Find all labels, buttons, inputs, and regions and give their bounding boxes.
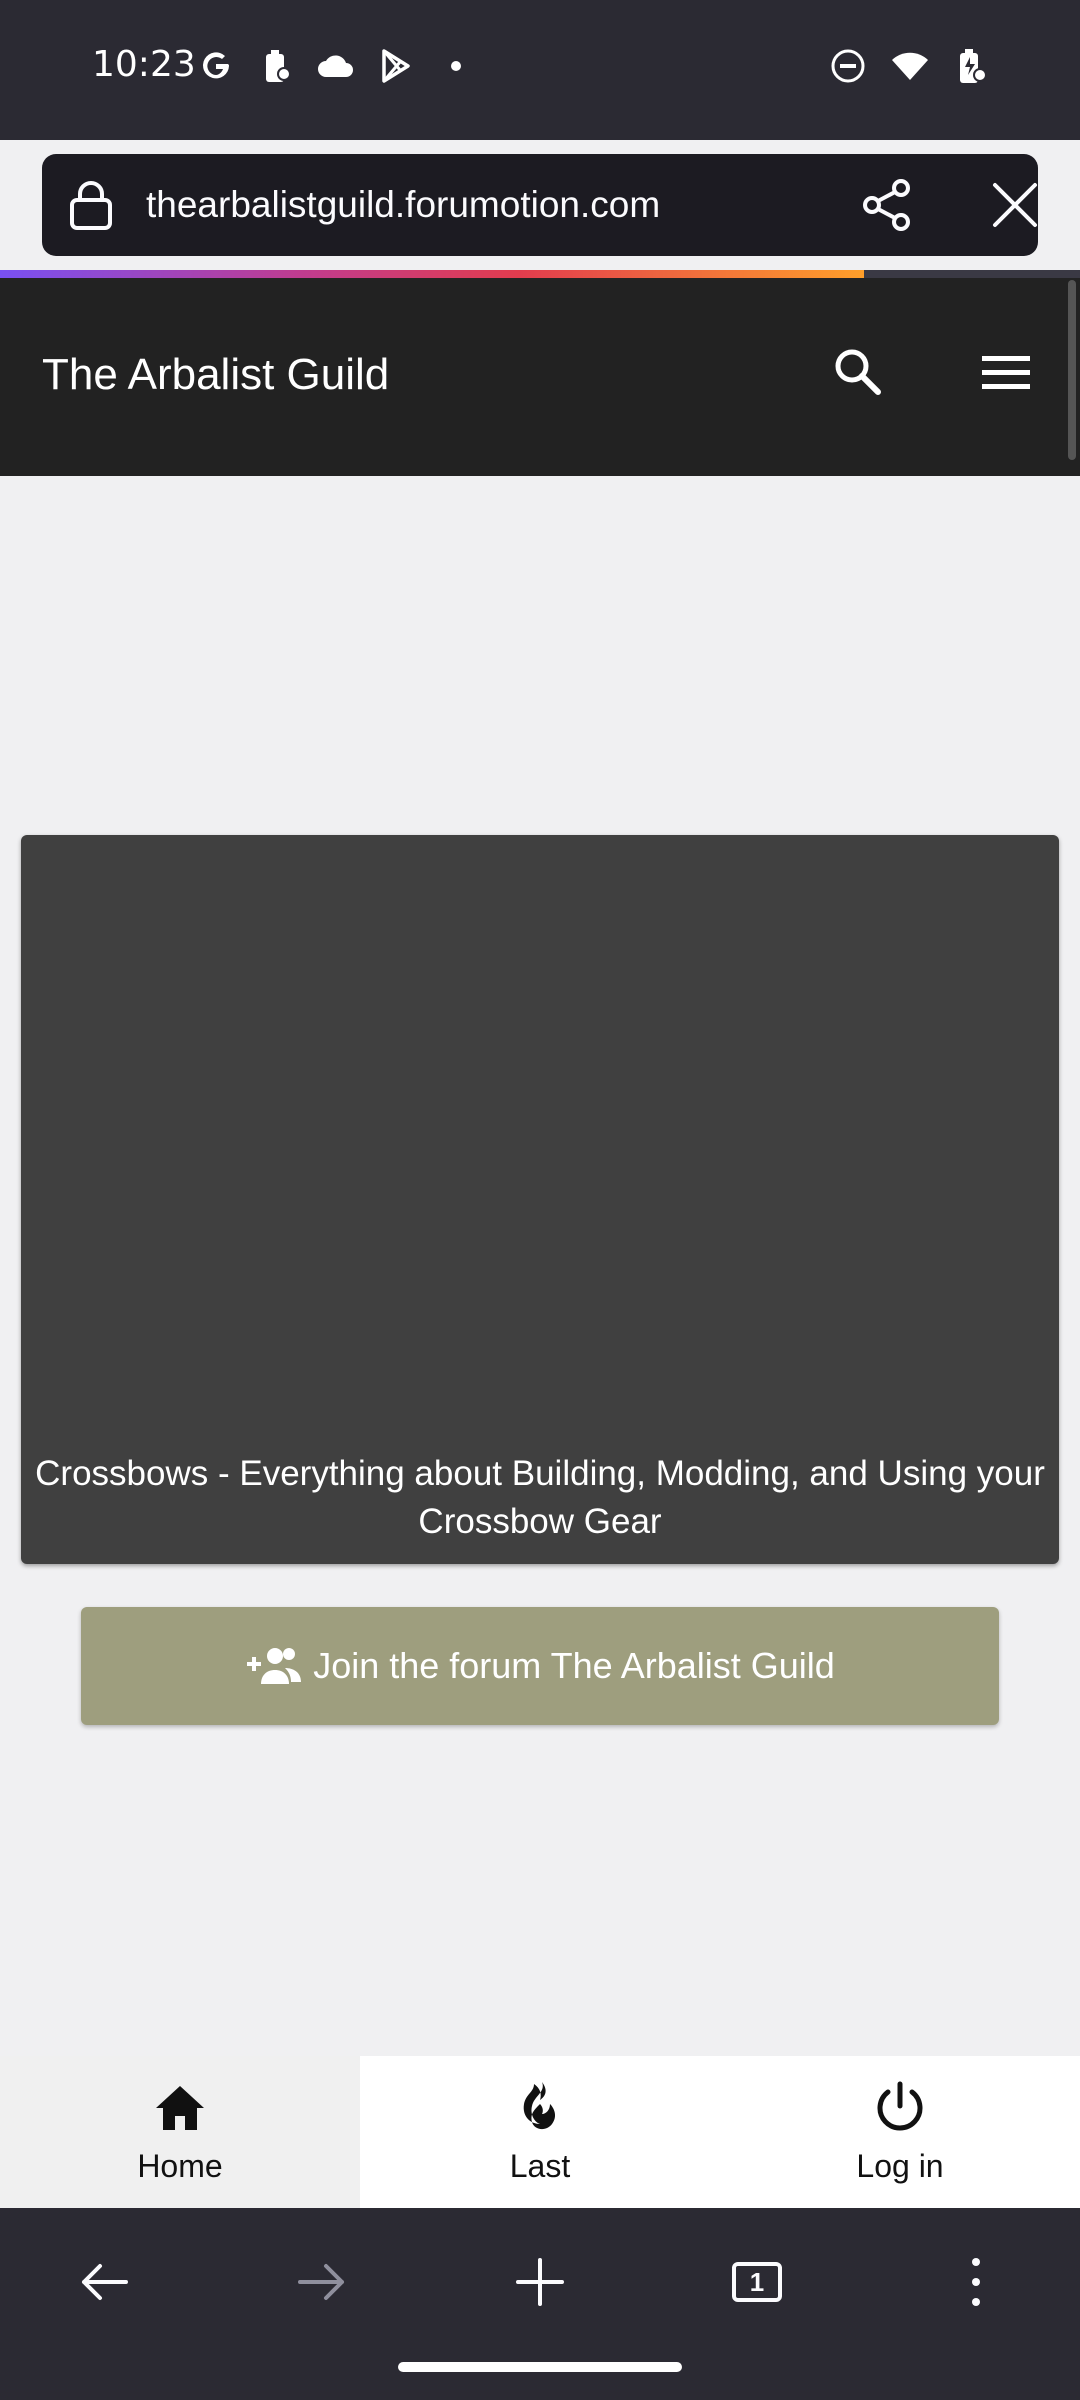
status-bar: 10:23 — [0, 0, 1080, 140]
page-load-progress — [0, 270, 1080, 278]
forum-banner: Crossbows - Everything about Building, M… — [21, 835, 1059, 1564]
share-icon[interactable] — [858, 176, 916, 234]
url-text[interactable]: thearbalistguild.forumotion.com — [146, 184, 660, 226]
wifi-icon — [890, 46, 930, 86]
close-icon[interactable] — [986, 176, 1044, 234]
flame-icon — [523, 2082, 556, 2130]
nav-label-home: Home — [137, 2148, 223, 2184]
nav-label-login: Log in — [856, 2148, 944, 2184]
join-forum-label: Join the forum The Arbalist Guild — [313, 1645, 835, 1686]
play-store-icon — [376, 46, 416, 86]
plus-icon — [516, 2258, 564, 2306]
back-button[interactable] — [72, 2250, 136, 2314]
search-icon[interactable] — [830, 344, 886, 400]
nav-label-last: Last — [509, 2148, 571, 2184]
tab-count: 1 — [732, 2262, 782, 2302]
banner-caption-line2: Crossbow Gear — [418, 1502, 662, 1541]
dot-icon — [436, 46, 476, 86]
status-time: 10:23 — [92, 44, 196, 85]
banner-caption: Crossbows - Everything about Building, M… — [21, 1450, 1059, 1546]
overflow-menu-button[interactable] — [944, 2250, 1008, 2314]
status-left-icons — [196, 46, 476, 86]
hamburger-menu-icon[interactable] — [978, 344, 1034, 400]
lock-icon[interactable] — [66, 178, 116, 232]
power-icon — [877, 2081, 923, 2131]
forward-arrow-icon — [298, 2264, 344, 2300]
progress-fill — [0, 270, 864, 278]
add-group-icon — [245, 1644, 303, 1688]
join-forum-button[interactable]: Join the forum The Arbalist Guild — [81, 1607, 999, 1725]
address-bar[interactable]: thearbalistguild.forumotion.com — [42, 154, 1038, 256]
gesture-home-indicator[interactable] — [398, 2362, 682, 2372]
do-not-disturb-icon — [828, 46, 868, 86]
scrollbar-thumb[interactable] — [1068, 280, 1076, 460]
banner-caption-line1: Crossbows - Everything about Building, M… — [35, 1454, 1045, 1493]
cloud-icon — [316, 46, 356, 86]
google-icon — [196, 46, 236, 86]
forum-bottom-nav: Home Last Log in — [0, 2056, 1080, 2208]
new-tab-button[interactable] — [508, 2250, 572, 2314]
tabs-button[interactable]: 1 — [725, 2250, 789, 2314]
battery-charging-icon — [952, 46, 992, 86]
back-arrow-icon — [82, 2264, 128, 2300]
home-icon — [156, 2086, 204, 2130]
site-title[interactable]: The Arbalist Guild — [42, 350, 389, 400]
status-right-icons — [828, 46, 992, 86]
nav-item-last[interactable]: Last — [360, 2056, 720, 2208]
more-vertical-icon — [972, 2258, 980, 2306]
battery-saver-icon — [256, 46, 296, 86]
nav-item-login[interactable]: Log in — [720, 2056, 1080, 2208]
site-header: The Arbalist Guild — [0, 278, 1080, 476]
nav-item-home[interactable]: Home — [0, 2056, 360, 2208]
forward-button[interactable] — [290, 2250, 354, 2314]
